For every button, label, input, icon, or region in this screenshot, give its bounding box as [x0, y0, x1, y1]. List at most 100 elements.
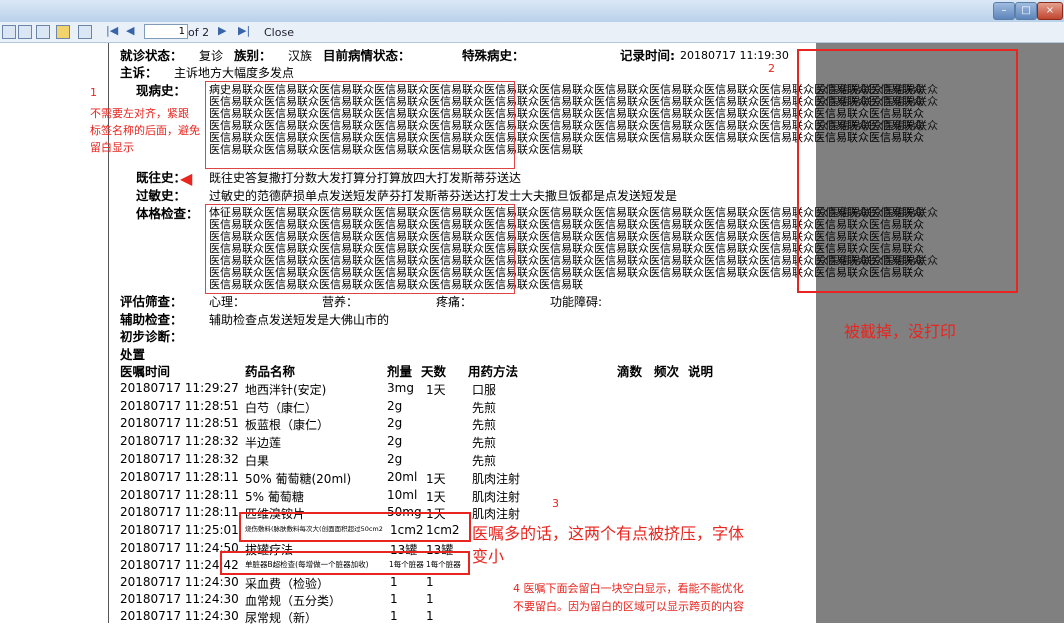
col-header-dose: 剂量 [387, 364, 413, 379]
order-usage: 先煎 [472, 436, 497, 450]
order-drug: 5% 葡萄糖 [245, 490, 304, 504]
order-drug: 白芍（康仁） [245, 401, 318, 415]
order-time: 20180717 11:28:32 [120, 452, 239, 466]
past-history-value: 既往史答复撒打分数大发打算分打算放四大打发斯蒂芬送达 [209, 171, 522, 185]
order-time: 20180717 11:28:51 [120, 416, 239, 430]
annotation-text-3: 变小 [472, 547, 505, 566]
close-report-button[interactable]: Close [264, 25, 294, 40]
annotation-text-2: 被截掉，没打印 [844, 322, 957, 341]
order-usage: 先煎 [472, 454, 497, 468]
edit-icon[interactable] [56, 25, 70, 39]
order-dose: 20ml [387, 470, 418, 484]
order-drug: 血常规（五分类） [245, 594, 342, 608]
order-drug: 地西泮针(安定) [245, 383, 327, 397]
order-usage: 先煎 [472, 401, 497, 415]
special-history-label: 特殊病史： [462, 48, 525, 63]
order-drug: 白果 [245, 454, 270, 468]
order-dose: 2g [387, 416, 403, 430]
order-usage: 肌肉注射 [472, 490, 521, 504]
minimize-button[interactable]: – [993, 2, 1015, 20]
col-header-usage: 用药方法 [468, 364, 519, 379]
order-dose: 2g [387, 434, 403, 448]
order-time: 20180717 11:24:30 [120, 592, 239, 606]
annotation-text-1: 不需要左对齐，紧跟 [90, 107, 189, 120]
aux-exam-value: 辅助检查点发送短发是大佛山市的 [209, 313, 390, 327]
order-drug: 采血费（检验） [245, 577, 330, 591]
order-time: 20180717 11:25:01 [120, 523, 239, 537]
order-usage: 先煎 [472, 418, 497, 432]
treatment-label: 处置 [120, 347, 146, 362]
print-icon[interactable] [2, 25, 16, 39]
order-time: 20180717 11:24:30 [120, 575, 239, 589]
order-time: 20180717 11:28:11 [120, 488, 239, 502]
past-history-label: 既往史： [136, 170, 187, 185]
complaint-label: 主诉： [120, 65, 158, 80]
aux-exam-label: 辅助检查： [120, 312, 183, 327]
visit-status-label: 就诊状态： [120, 48, 183, 63]
order-time: 20180717 11:28:11 [120, 505, 239, 519]
nutrition-label: 营养： [322, 295, 359, 309]
annotation-text-4: 4 医嘱下面会留白一块空白显示，看能不能优化 [513, 582, 744, 595]
order-dose: 1 [390, 609, 398, 623]
order-dose: 10ml [387, 488, 418, 502]
order-usage: 肌肉注射 [472, 472, 521, 486]
order-dose: 3mg [387, 381, 414, 395]
annotation-number-1: 1 [90, 86, 97, 99]
annotation-number-2: 2 [768, 62, 775, 75]
assessment-label: 评估筛查： [120, 294, 183, 309]
order-time: 20180717 11:24:30 [120, 609, 239, 623]
col-header-days: 天数 [421, 364, 447, 379]
order-usage: 口服 [472, 383, 497, 397]
ethnicity-value: 汉族 [288, 49, 313, 63]
order-days: 1天 [426, 383, 446, 397]
annotation-box-compressed-1 [239, 512, 471, 542]
annotation-box-compressed-2 [220, 551, 470, 575]
window-titlebar [0, 0, 1064, 23]
order-dose: 1 [390, 575, 398, 589]
maximize-button[interactable]: □ [1015, 2, 1037, 20]
order-time: 20180717 11:29:27 [120, 381, 239, 395]
layout-icon[interactable] [78, 25, 92, 39]
page-count: of 2 [188, 26, 210, 39]
order-time: 20180717 11:28:32 [120, 434, 239, 448]
pain-label: 疼痛： [436, 295, 473, 309]
close-window-button[interactable]: × [1037, 2, 1063, 20]
order-days: 1天 [426, 490, 446, 504]
annotation-text-1: 留白显示 [90, 141, 134, 154]
last-page-icon[interactable]: ▶| [238, 24, 250, 38]
next-page-icon[interactable]: ▶ [218, 24, 226, 38]
order-days: 1 [426, 575, 434, 589]
order-time: 20180717 11:28:11 [120, 470, 239, 484]
present-history-label: 现病史： [136, 83, 187, 98]
annotation-text-3: 医嘱多的话，这两个有点被挤压，字体 [472, 524, 745, 543]
order-drug: 半边莲 [245, 436, 282, 450]
mental-label: 心理： [209, 295, 246, 309]
page-setup-icon[interactable] [18, 25, 32, 39]
col-header-drip: 滴数 [617, 364, 643, 379]
col-header-freq: 频次 [654, 364, 680, 379]
allergy-label: 过敏史： [136, 188, 187, 203]
order-time: 20180717 11:28:51 [120, 399, 239, 413]
record-time-label: 记录时间: [620, 48, 675, 63]
col-header-note: 说明 [688, 364, 714, 379]
page-number-input[interactable] [144, 24, 188, 39]
annotation-box-cutoff [797, 49, 1018, 293]
col-header-drug: 药品名称 [245, 364, 296, 379]
diagnosis-label: 初步诊断： [120, 329, 183, 344]
order-drug: 50% 葡萄糖(20ml) [245, 472, 352, 486]
arrow-left-icon: ◀ [180, 169, 193, 188]
order-dose: 1 [390, 592, 398, 606]
annotation-number-3: 3 [552, 497, 559, 510]
visit-status-value: 复诊 [199, 49, 224, 63]
order-days: 1 [426, 592, 434, 606]
first-page-icon[interactable]: |◀ [106, 24, 118, 38]
annotation-box-physical-exam [205, 204, 515, 294]
order-days: 1 [426, 609, 434, 623]
export-icon[interactable] [36, 25, 50, 39]
order-days: 1天 [426, 472, 446, 486]
order-dose: 2g [387, 452, 403, 466]
prev-page-icon[interactable]: ◀ [126, 24, 134, 38]
order-dose: 2g [387, 399, 403, 413]
col-header-time: 医嘱时间 [120, 364, 171, 379]
order-drug: 板蓝根（康仁） [245, 418, 330, 432]
